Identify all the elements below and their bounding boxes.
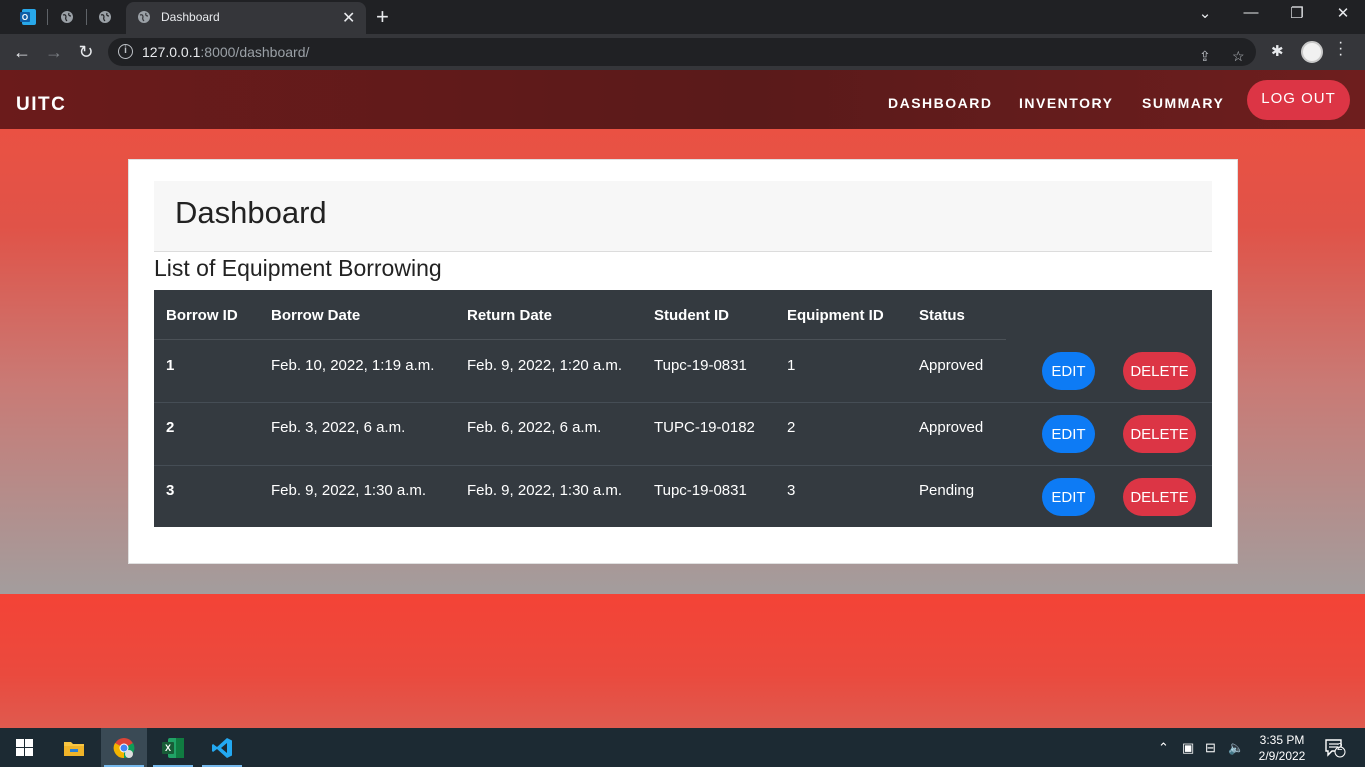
minimize-icon[interactable]: — bbox=[1236, 4, 1266, 21]
cell-status: Pending bbox=[919, 482, 975, 499]
browser-menu-icon[interactable]: · · · bbox=[1338, 35, 1343, 63]
url-text: 127.0.0.1:8000/dashboard/ bbox=[142, 44, 310, 60]
browser-toolbar: ← → ↻ i 127.0.0.1:8000/dashboard/ ⇪ ☆ bbox=[0, 34, 1365, 70]
tab-separator bbox=[47, 9, 48, 25]
cell-borrow-id: 1 bbox=[166, 357, 175, 374]
clock-time: 3:35 PM bbox=[1259, 733, 1305, 747]
cell-borrow-id: 3 bbox=[166, 482, 175, 499]
close-icon[interactable]: ✕ bbox=[342, 8, 355, 28]
column-header-equipment-id: Equipment ID bbox=[787, 307, 884, 324]
column-header-status: Status bbox=[919, 307, 965, 324]
column-header-borrow-date: Borrow Date bbox=[271, 307, 361, 324]
vscode-icon[interactable] bbox=[199, 728, 245, 767]
svg-text:O: O bbox=[22, 13, 28, 22]
browser-tab-strip: O Dashboard ✕ + ⌄ — ❐ ✕ bbox=[0, 0, 1365, 34]
extensions-puzzle-icon[interactable]: ✱ bbox=[1271, 42, 1284, 60]
volume-icon[interactable]: 🔈 bbox=[1228, 740, 1244, 756]
nav-dashboard[interactable]: DASHBOARD bbox=[888, 95, 993, 111]
notification-center-icon[interactable]: 2 bbox=[1325, 738, 1347, 761]
column-header-student-id: Student ID bbox=[654, 307, 729, 324]
back-icon[interactable]: ← bbox=[10, 40, 34, 64]
network-icon[interactable]: ⊟ bbox=[1205, 740, 1216, 756]
cell-status: Approved bbox=[919, 419, 984, 436]
column-header-return-date: Return Date bbox=[467, 307, 553, 324]
brand-logo-text[interactable]: UITC bbox=[16, 94, 66, 116]
dashboard-card: Dashboard List of Equipment Borrowing Bo… bbox=[128, 159, 1238, 564]
svg-text:X: X bbox=[165, 743, 171, 753]
page-title: Dashboard bbox=[175, 195, 327, 230]
new-tab-button[interactable]: + bbox=[376, 4, 389, 30]
clock-date: 2/9/2022 bbox=[1258, 749, 1306, 763]
restore-icon[interactable]: ❐ bbox=[1282, 4, 1312, 22]
cell-borrow-date: Feb. 3, 2022, 6 a.m. bbox=[271, 419, 406, 436]
reload-icon[interactable]: ↻ bbox=[74, 40, 98, 64]
address-bar[interactable]: i 127.0.0.1:8000/dashboard/ ⇪ ☆ bbox=[108, 38, 1256, 66]
logout-button[interactable]: LOG OUT bbox=[1247, 80, 1350, 120]
row-divider bbox=[154, 465, 1212, 466]
delete-button[interactable]: DELETE bbox=[1123, 478, 1196, 516]
tab-title: Dashboard bbox=[161, 10, 220, 24]
cell-borrow-date: Feb. 10, 2022, 1:19 a.m. bbox=[271, 357, 435, 374]
cell-return-date: Feb. 9, 2022, 1:30 a.m. bbox=[467, 482, 623, 499]
card-header: Dashboard bbox=[154, 181, 1212, 252]
header-divider bbox=[154, 339, 1006, 340]
borrowing-table: Borrow ID Borrow Date Return Date Studen… bbox=[154, 290, 1212, 527]
globe-icon[interactable] bbox=[56, 6, 78, 28]
cell-student-id: Tupc-19-0831 bbox=[654, 357, 747, 374]
forward-icon[interactable]: → bbox=[42, 40, 66, 64]
profile-avatar[interactable] bbox=[1301, 41, 1323, 63]
tab-separator bbox=[86, 9, 87, 25]
globe-icon bbox=[137, 10, 151, 29]
outlook-tab-icon[interactable]: O bbox=[17, 6, 39, 28]
cell-equipment-id: 3 bbox=[787, 482, 796, 499]
file-explorer-icon[interactable] bbox=[51, 728, 97, 767]
site-navbar: UITC DASHBOARD INVENTORY SUMMARY LOG OUT bbox=[0, 70, 1365, 129]
edit-button[interactable]: EDIT bbox=[1042, 415, 1095, 453]
system-clock[interactable]: 3:35 PM 2/9/2022 bbox=[1252, 732, 1312, 764]
excel-icon[interactable]: X bbox=[150, 728, 196, 767]
cell-borrow-id: 2 bbox=[166, 419, 175, 436]
column-header-borrow-id: Borrow ID bbox=[166, 307, 238, 324]
nav-summary[interactable]: SUMMARY bbox=[1142, 95, 1224, 111]
page-background-lower bbox=[0, 594, 1365, 728]
cell-return-date: Feb. 9, 2022, 1:20 a.m. bbox=[467, 357, 623, 374]
edit-button[interactable]: EDIT bbox=[1042, 352, 1095, 390]
web-page: UITC DASHBOARD INVENTORY SUMMARY LOG OUT… bbox=[0, 70, 1365, 728]
chrome-icon[interactable] bbox=[101, 728, 147, 767]
section-subtitle: List of Equipment Borrowing bbox=[154, 255, 442, 281]
share-icon[interactable]: ⇪ bbox=[1199, 48, 1211, 65]
tab-dashboard[interactable]: Dashboard ✕ bbox=[126, 2, 366, 34]
cell-status: Approved bbox=[919, 357, 984, 374]
cell-student-id: Tupc-19-0831 bbox=[654, 482, 747, 499]
window-close-icon[interactable]: ✕ bbox=[1328, 4, 1358, 22]
delete-button[interactable]: DELETE bbox=[1123, 352, 1196, 390]
cell-return-date: Feb. 6, 2022, 6 a.m. bbox=[467, 419, 602, 436]
notification-count-badge: 2 bbox=[1337, 742, 1343, 753]
globe-icon[interactable] bbox=[94, 6, 116, 28]
windows-taskbar: X ⌃ ▣ ⊟ 🔈 3:35 PM 2/9/2022 2 bbox=[0, 728, 1365, 767]
cell-equipment-id: 1 bbox=[787, 357, 796, 374]
site-info-icon[interactable]: i bbox=[118, 44, 133, 59]
nav-inventory[interactable]: INVENTORY bbox=[1019, 95, 1113, 111]
delete-button[interactable]: DELETE bbox=[1123, 415, 1196, 453]
show-hidden-icons-chevron-icon[interactable]: ⌃ bbox=[1158, 740, 1169, 756]
tab-search-icon[interactable]: ⌄ bbox=[1190, 4, 1220, 22]
cell-student-id: TUPC-19-0182 bbox=[654, 419, 755, 436]
cell-equipment-id: 2 bbox=[787, 419, 796, 436]
bookmark-star-icon[interactable]: ☆ bbox=[1232, 48, 1245, 65]
cell-borrow-date: Feb. 9, 2022, 1:30 a.m. bbox=[271, 482, 427, 499]
row-divider bbox=[154, 402, 1212, 403]
windows-start-icon[interactable] bbox=[1, 728, 47, 767]
edit-button[interactable]: EDIT bbox=[1042, 478, 1095, 516]
meet-now-icon[interactable]: ▣ bbox=[1182, 740, 1194, 756]
